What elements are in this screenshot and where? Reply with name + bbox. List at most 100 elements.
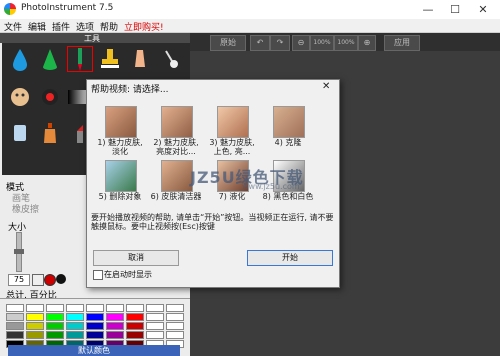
color-swatch[interactable] [66, 331, 84, 339]
cancel-button[interactable]: 取消 [93, 250, 179, 266]
size-slider[interactable] [14, 232, 24, 272]
zoom-out-button[interactable]: ⊖ [292, 35, 310, 51]
color-swatch[interactable] [126, 304, 144, 312]
maximize-button[interactable]: ☐ [442, 0, 468, 19]
color-swatch[interactable] [46, 304, 64, 312]
red-eye-icon [42, 89, 58, 105]
size-input[interactable]: 75 [8, 274, 30, 286]
color-swatch[interactable] [6, 331, 24, 339]
color-swatch[interactable] [106, 331, 124, 339]
color-swatch[interactable] [146, 331, 164, 339]
color-swatch[interactable] [166, 322, 184, 330]
minimize-button[interactable]: — [415, 0, 441, 19]
clone-icon [14, 125, 26, 141]
video-thumb-5[interactable] [105, 160, 137, 192]
color-swatch[interactable] [106, 304, 124, 312]
color-swatch[interactable] [86, 331, 104, 339]
color-swatch[interactable] [86, 322, 104, 330]
show-on-startup-label: 在启动时显示 [104, 270, 152, 279]
color-swatch[interactable] [46, 322, 64, 330]
video-label-4: 4) 克隆 [274, 138, 302, 147]
menu-options[interactable]: 选项 [76, 20, 94, 33]
color-palette [0, 304, 190, 350]
zoom-in-button[interactable]: ⊕ [358, 35, 376, 51]
apply-button[interactable]: 应用 [384, 35, 420, 51]
menu-file[interactable]: 文件 [4, 20, 22, 33]
size-slider-thumb[interactable] [14, 249, 24, 254]
menu-edit[interactable]: 编辑 [28, 20, 46, 33]
pin-icon [165, 50, 178, 68]
zoom-level: 100% [310, 35, 334, 51]
brush-color-icon[interactable] [44, 274, 56, 286]
redo-button[interactable]: ↷ [270, 35, 290, 51]
color-swatch[interactable] [126, 313, 144, 321]
transparency-label: 总计, 百分比 [6, 291, 57, 301]
mode-eraser-option[interactable]: 橡皮擦 [12, 202, 39, 215]
app-logo-icon [4, 3, 16, 15]
color-swatch[interactable] [86, 304, 104, 312]
color-swatch[interactable] [26, 313, 44, 321]
menu-help[interactable]: 帮助 [100, 20, 118, 33]
color-swatch[interactable] [26, 322, 44, 330]
color-swatch[interactable] [26, 304, 44, 312]
tool-pin[interactable] [156, 45, 184, 73]
video-label-3: 3) 魅力皮肤, 上色, 亮... [209, 138, 255, 156]
close-button[interactable]: ✕ [470, 0, 496, 19]
video-thumb-3[interactable] [217, 106, 249, 138]
color-swatch[interactable] [146, 322, 164, 330]
menu-buy-now[interactable]: 立即购买! [124, 20, 164, 33]
color-swatch[interactable] [66, 313, 84, 321]
menu-bar: 文件 编辑 插件 选项 帮助 立即购买! [0, 19, 500, 33]
video-thumb-6[interactable] [161, 160, 193, 192]
color-swatch[interactable] [126, 322, 144, 330]
toolbar: 原始 ↶ ↷ ⊖ 100% 100% ⊕ 应用 [190, 33, 500, 51]
tool-bottle[interactable] [36, 119, 64, 147]
color-swatch[interactable] [46, 313, 64, 321]
color-swatch[interactable] [106, 322, 124, 330]
tool-brush[interactable] [66, 45, 94, 73]
brush-hardness-icon[interactable] [56, 274, 66, 284]
undo-button[interactable]: ↶ [250, 35, 270, 51]
tools-header: 工具 [0, 33, 190, 43]
tool-face[interactable] [6, 83, 34, 111]
watermark-url: www.jz5u.com [242, 182, 300, 191]
color-swatch[interactable] [166, 304, 184, 312]
video-thumb-2[interactable] [161, 106, 193, 138]
color-swatch[interactable] [46, 331, 64, 339]
brush-shape-icon[interactable] [32, 274, 44, 286]
show-on-startup-checkbox[interactable] [93, 270, 103, 280]
color-swatch[interactable] [146, 304, 164, 312]
color-swatch[interactable] [6, 313, 24, 321]
dialog-close-button[interactable]: ✕ [322, 81, 330, 92]
tool-stamp[interactable] [96, 45, 124, 73]
dialog-title: 帮助视频: 请选择... [91, 85, 169, 95]
color-swatch[interactable] [146, 313, 164, 321]
tool-blur-drop[interactable] [6, 45, 34, 73]
zoom-in-icon: ⊕ [363, 38, 371, 47]
color-swatch[interactable] [86, 313, 104, 321]
video-label-8: 8) 黑色和白色 [262, 192, 314, 201]
menu-plugins[interactable]: 插件 [52, 20, 70, 33]
color-swatch[interactable] [26, 331, 44, 339]
default-colors-button[interactable]: 默认颜色 [8, 345, 180, 356]
color-swatch[interactable] [126, 331, 144, 339]
video-thumb-4[interactable] [273, 106, 305, 138]
start-button[interactable]: 开始 [247, 250, 333, 266]
dialog-instructions: 要开始播放视频的帮助, 请单击“开始”按钮。当视频正在运行, 请不要触摸鼠标。要… [91, 213, 334, 231]
video-thumb-1[interactable] [105, 106, 137, 138]
color-swatch[interactable] [66, 322, 84, 330]
undo-icon: ↶ [256, 38, 264, 47]
video-label-7: 7) 液化 [218, 192, 246, 201]
tool-sharpen-cone[interactable] [36, 45, 64, 73]
color-swatch[interactable] [6, 322, 24, 330]
color-swatch[interactable] [66, 304, 84, 312]
color-swatch[interactable] [6, 304, 24, 312]
tool-redeye[interactable] [36, 83, 64, 111]
color-swatch[interactable] [166, 331, 184, 339]
color-swatch[interactable] [166, 313, 184, 321]
tool-smudge[interactable] [126, 45, 154, 73]
reset-button[interactable]: 原始 [210, 35, 246, 51]
bottle-icon [44, 123, 56, 143]
tool-clone[interactable] [6, 119, 34, 147]
color-swatch[interactable] [106, 313, 124, 321]
